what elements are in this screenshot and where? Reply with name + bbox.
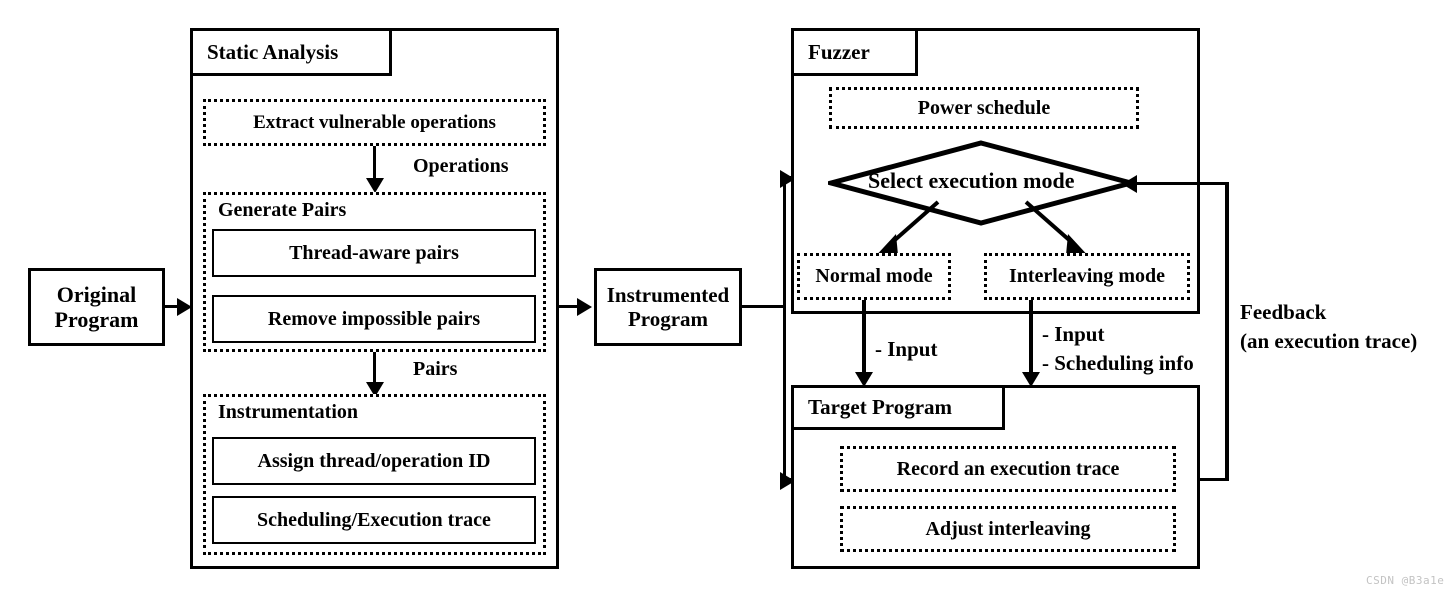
instrumentation-title: Instrumentation: [218, 401, 359, 423]
feedback-label-line1: Feedback: [1240, 300, 1327, 324]
scheduling-execution-trace-label: Scheduling/Execution trace: [257, 508, 491, 531]
extract-vulnerable-operations-label: Extract vulnerable operations: [253, 111, 496, 133]
edge-interleaving-input-label: - Input: [1042, 322, 1105, 346]
edge-operations-label: Operations: [413, 155, 509, 177]
scheduling-execution-trace-box: Scheduling/Execution trace: [212, 496, 536, 544]
interleaving-mode-label: Interleaving mode: [1008, 265, 1166, 287]
generate-pairs-title: Generate Pairs: [218, 199, 347, 221]
instrumented-program-label-line1: Instrumented: [606, 282, 730, 307]
edge-pairs-label: Pairs: [413, 358, 458, 380]
record-execution-trace-box: Record an execution trace: [840, 446, 1176, 492]
feedback-label-line2: (an execution trace): [1240, 329, 1418, 353]
power-schedule-box: Power schedule: [829, 87, 1139, 129]
target-program-title: Target Program: [808, 395, 953, 419]
assign-thread-operation-id-label: Assign thread/operation ID: [257, 449, 491, 472]
original-program-label-line1: Original: [56, 281, 137, 307]
edge-normal-to-target-line: [862, 300, 866, 380]
original-program-box: Original Program: [28, 268, 165, 346]
edge-interleaving-to-target-line: [1029, 300, 1033, 380]
extract-vulnerable-operations-box: Extract vulnerable operations: [203, 99, 546, 146]
adjust-interleaving-box: Adjust interleaving: [840, 506, 1176, 552]
edge-operations-arrowhead: [366, 178, 384, 193]
static-analysis-title: Static Analysis: [207, 39, 339, 64]
static-analysis-title-tab: Static Analysis: [190, 28, 392, 76]
instrumented-program-label-line2: Program: [627, 307, 709, 331]
original-program-label-line2: Program: [54, 307, 139, 332]
edge-instrumented-bus: [783, 176, 786, 481]
remove-impossible-pairs-label: Remove impossible pairs: [267, 307, 481, 330]
target-program-title-tab: Target Program: [791, 385, 1005, 430]
edge-feedback-arrowhead: [1122, 175, 1137, 193]
instrumented-program-box: Instrumented Program: [594, 268, 742, 346]
fuzzer-title: Fuzzer: [808, 39, 870, 64]
normal-mode-label: Normal mode: [815, 265, 933, 287]
assign-thread-operation-id-box: Assign thread/operation ID: [212, 437, 536, 485]
edge-feedback-vertical: [1225, 182, 1229, 481]
edge-instrumented-stub: [742, 305, 786, 308]
remove-impossible-pairs-box: Remove impossible pairs: [212, 295, 536, 343]
edge-normal-input-label: - Input: [875, 337, 938, 361]
edge-interleaving-scheduling-label: - Scheduling info: [1042, 351, 1194, 375]
thread-aware-pairs-box: Thread-aware pairs: [212, 229, 536, 277]
edge-feedback-bottom: [1200, 478, 1228, 481]
interleaving-mode-box: Interleaving mode: [984, 253, 1190, 300]
adjust-interleaving-label: Adjust interleaving: [925, 517, 1091, 540]
power-schedule-label: Power schedule: [917, 96, 1051, 119]
edge-feedback-top: [1132, 182, 1228, 185]
normal-mode-box: Normal mode: [797, 253, 951, 300]
record-execution-trace-label: Record an execution trace: [896, 457, 1120, 480]
fuzzer-title-tab: Fuzzer: [791, 28, 918, 76]
diagram-canvas: Original Program Static Analysis Extract…: [0, 0, 1455, 596]
edge-static-to-instrumented-arrowhead: [577, 298, 592, 316]
select-execution-mode-label: Select execution mode: [868, 168, 1075, 193]
csdn-watermark: CSDN @B3a1e: [1366, 574, 1445, 587]
thread-aware-pairs-label: Thread-aware pairs: [289, 241, 459, 264]
